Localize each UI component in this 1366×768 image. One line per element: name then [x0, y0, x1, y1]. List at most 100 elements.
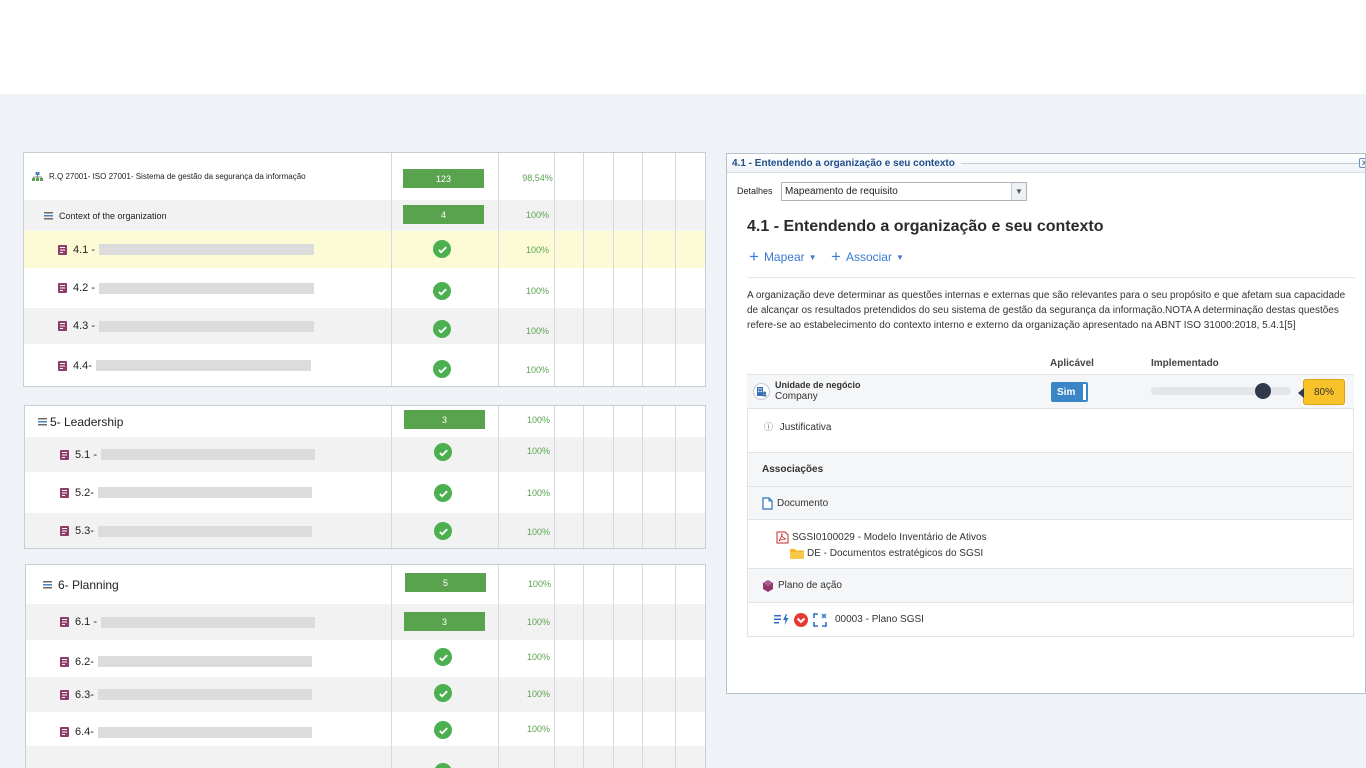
- business-unit-row: Unidade de negócio Company Sim 80%: [747, 374, 1354, 409]
- requirement-description: A organização deve determinar as questõe…: [747, 290, 1346, 331]
- item-cell: 6.4-: [60, 712, 312, 746]
- check-circle-icon: [433, 320, 451, 338]
- close-icon[interactable]: x: [1359, 158, 1365, 168]
- item-cell: 4.3 -: [58, 308, 315, 344]
- column-divider: [391, 406, 392, 548]
- document-item[interactable]: SGSI0100029 - Modelo Inventário de Ativo…: [776, 531, 987, 544]
- group-label: Context of the organization: [59, 210, 167, 221]
- details-label: Detalhes: [737, 186, 773, 196]
- requirement-icon: [58, 244, 67, 255]
- tree-row-group[interactable]: 5- Leadership 3 100%: [25, 406, 705, 437]
- associations-label: Associações: [762, 464, 824, 475]
- plus-icon: +: [831, 247, 841, 266]
- group-label: 6- Planning: [58, 577, 119, 592]
- percent-value: 100%: [525, 245, 550, 255]
- requirement-icon: [60, 449, 69, 460]
- tree-row-root-cell: R.Q 27001- ISO 27001- Sistema de gestão …: [32, 153, 306, 200]
- tree-row-root[interactable]: R.Q 27001- ISO 27001- Sistema de gestão …: [24, 153, 705, 200]
- document-list: SGSI0100029 - Modelo Inventário de Ativo…: [747, 520, 1354, 569]
- tree-row-item[interactable]: 5.1 - 100%: [25, 437, 705, 472]
- percent-value: 100%: [526, 724, 551, 734]
- tree-row-item[interactable]: 6.1 - 3 100%: [26, 604, 705, 640]
- tree-row-item[interactable]: 6.3- 100%: [26, 677, 705, 712]
- tree-row-group[interactable]: 6- Planning 5 100%: [26, 565, 705, 604]
- document-section-header[interactable]: Documento: [747, 487, 1354, 520]
- tree-row-group[interactable]: Context of the organization 4 100%: [24, 200, 705, 231]
- requirements-panel-context: R.Q 27001- ISO 27001- Sistema de gestão …: [23, 152, 706, 387]
- item-label: 4.4-: [73, 359, 92, 372]
- detail-heading: 4.1 - Entendendo a organização e seu con…: [747, 218, 1104, 235]
- column-divider: [642, 153, 643, 386]
- associate-button[interactable]: + Associar ▼: [831, 247, 904, 266]
- window-titlebar[interactable]: 4.1 - Entendendo a organização e seu con…: [727, 154, 1365, 173]
- document-header-label: Documento: [777, 497, 829, 509]
- percent-value: 100%: [527, 579, 552, 589]
- divider: [747, 277, 1355, 278]
- group-cell: 6- Planning: [43, 565, 119, 604]
- map-label: Mapear: [763, 250, 805, 264]
- document-folder[interactable]: DE - Documentos estratégicos do SGSI: [790, 548, 983, 559]
- action-plan-icon: [763, 579, 773, 592]
- column-divider: [583, 153, 584, 386]
- caret-down-icon: ▼: [808, 252, 817, 262]
- root-label: R.Q 27001- ISO 27001- Sistema de gestão …: [49, 172, 306, 181]
- tree-row-item[interactable]: 4.3 - 100%: [24, 308, 705, 344]
- item-cell: 6.3-: [60, 677, 312, 712]
- count-badge: 3: [404, 612, 485, 631]
- requirements-panel-planning: 6- Planning 5 100% 6.1 - 3 100% 6.2- 100…: [25, 564, 706, 768]
- tree-row-item-partial[interactable]: [26, 746, 705, 768]
- percent-value: 100%: [526, 488, 551, 498]
- folder-icon: [790, 549, 804, 559]
- slider-handle[interactable]: [1255, 383, 1271, 399]
- applicable-column-header: Aplicável: [1050, 358, 1094, 369]
- check-circle-icon: [433, 240, 451, 258]
- percent-value: 100%: [525, 210, 550, 220]
- item-cell: 4.1 -: [58, 231, 315, 268]
- applicable-toggle[interactable]: Sim: [1051, 382, 1088, 402]
- redacted-text: [97, 525, 312, 537]
- redacted-text: [99, 320, 315, 332]
- chevron-down-icon[interactable]: ▼: [1011, 183, 1026, 200]
- tree-row-item[interactable]: 6.4- 100%: [26, 712, 705, 746]
- percent-value: 100%: [525, 365, 550, 375]
- item-cell: 6.1 -: [60, 604, 316, 640]
- column-divider: [642, 565, 643, 768]
- action-plan-item[interactable]: 00003 - Plano SGSI: [747, 603, 1354, 637]
- item-label: 6.2-: [75, 655, 94, 668]
- tree-row-item[interactable]: 4.2 - 100%: [24, 268, 705, 308]
- item-label: 6.3-: [75, 688, 94, 701]
- document-icon: [762, 496, 773, 510]
- map-button[interactable]: + Mapear ▼: [749, 247, 817, 266]
- redacted-text: [101, 616, 316, 628]
- plus-icon: +: [749, 247, 759, 266]
- tree-row-item[interactable]: 5.3- 100%: [25, 513, 705, 548]
- title-rule: [960, 162, 1359, 164]
- business-unit-icon: [753, 383, 770, 400]
- requirement-icon: [60, 689, 69, 700]
- implemented-tooltip: 80%: [1298, 379, 1345, 405]
- implemented-slider[interactable]: [1151, 383, 1291, 399]
- implemented-column-header: Implementado: [1151, 358, 1219, 369]
- item-label: 4.3 -: [73, 320, 96, 332]
- item-label: 6.4-: [75, 726, 94, 738]
- details-select[interactable]: Mapeamento de requisito ▼: [781, 182, 1027, 201]
- tree-row-item[interactable]: 4.1 - 100%: [24, 231, 705, 268]
- check-circle-icon: [434, 522, 452, 540]
- tree-row-item[interactable]: 5.2- 100%: [25, 472, 705, 513]
- percent-value: 98,54%: [522, 173, 553, 183]
- tree-row-item[interactable]: 4.4- 100%: [24, 344, 705, 386]
- check-circle-icon: [433, 360, 451, 378]
- list-icon: [43, 581, 52, 589]
- tree-row-item[interactable]: 6.2- 100%: [26, 640, 705, 677]
- action-plan-item-label: 00003 - Plano SGSI: [835, 614, 924, 625]
- action-plan-section-header[interactable]: Plano de ação: [747, 569, 1354, 603]
- check-circle-icon: [434, 443, 452, 461]
- item-label: 5.1 -: [75, 448, 98, 461]
- justification-row[interactable]: ⓘ Justificativa: [747, 409, 1354, 453]
- group-cell: Context of the organization: [44, 200, 167, 231]
- percent-value: 100%: [526, 415, 551, 425]
- column-divider: [498, 565, 499, 768]
- top-blank-area: [0, 0, 1366, 94]
- column-divider: [391, 565, 392, 768]
- requirement-icon: [60, 487, 69, 498]
